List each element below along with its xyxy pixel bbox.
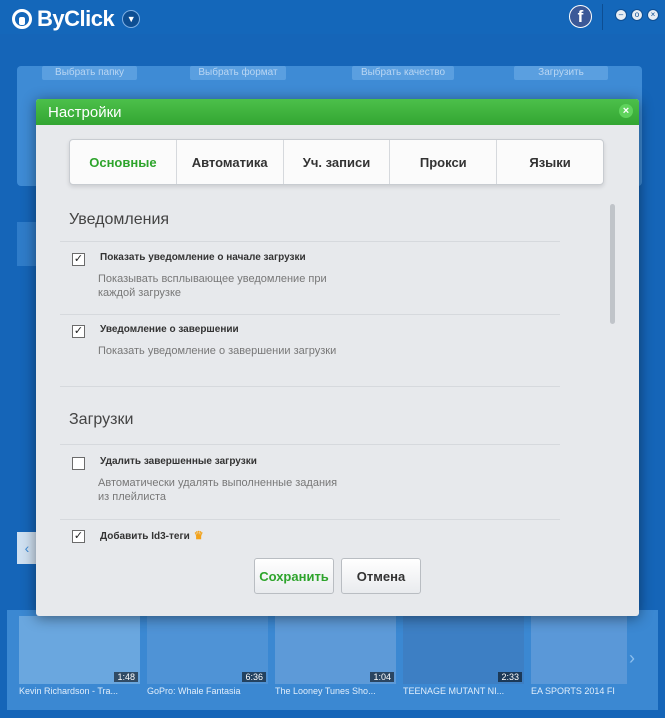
close-icon[interactable]: × <box>619 104 633 118</box>
tab-automation[interactable]: Автоматика <box>177 140 284 184</box>
option-label: Показать уведомление о начале загрузки <box>100 252 306 263</box>
save-button[interactable]: Сохранить <box>254 558 334 594</box>
option-label: Добавить Id3-теги ♛ <box>100 529 204 542</box>
tab-general[interactable]: Основные <box>70 140 177 184</box>
divider <box>60 519 560 520</box>
divider <box>60 386 560 387</box>
background-side-tab <box>17 222 37 266</box>
option-description: Автоматически удалять выполненные задани… <box>98 477 338 503</box>
checkbox-delete-completed[interactable] <box>72 457 85 470</box>
video-thumbnail[interactable]: 1:04 <box>275 616 396 684</box>
settings-content: Уведомления ✓ Показать уведомление о нач… <box>36 199 639 547</box>
dialog-header: Настройки × <box>36 99 639 125</box>
crown-icon: ♛ <box>193 530 204 542</box>
section-title-notifications: Уведомления <box>69 211 170 228</box>
video-title: TEENAGE MUTANT NI... <box>403 686 505 696</box>
video-title: Kevin Richardson - Tra... <box>19 686 119 696</box>
select-folder-button[interactable]: Выбрать папку <box>42 66 137 80</box>
cancel-button[interactable]: Отмена <box>341 558 421 594</box>
video-thumbnail[interactable]: 1:48 <box>19 616 140 684</box>
video-duration: 2:33 <box>498 672 522 682</box>
video-title: The Looney Tunes Sho... <box>275 686 376 696</box>
video-thumbnail[interactable]: 6:36 <box>147 616 268 684</box>
checkbox-notify-start[interactable]: ✓ <box>72 253 85 266</box>
settings-tabs: Основные Автоматика Уч. записи Прокси Яз… <box>69 139 604 185</box>
app-logo: ByClick ▼ <box>12 6 141 32</box>
dialog-title: Настройки <box>48 104 122 121</box>
settings-dialog: Настройки × Основные Автоматика Уч. запи… <box>36 99 639 616</box>
download-button[interactable]: Загрузить <box>514 66 608 80</box>
option-description: Показывать всплывающее уведомление при к… <box>98 273 327 299</box>
minimize-icon[interactable]: – <box>615 9 627 21</box>
option-label: Удалить завершенные загрузки <box>100 456 257 467</box>
video-title: EA SPORTS 2014 FI <box>531 686 615 696</box>
restore-icon[interactable]: o <box>631 9 643 21</box>
chevron-right-icon[interactable]: › <box>629 648 635 669</box>
option-label-text: Добавить Id3-теги <box>100 531 190 542</box>
tab-languages[interactable]: Языки <box>497 140 603 184</box>
divider <box>60 314 560 315</box>
scrollbar-thumb[interactable] <box>610 204 615 324</box>
video-duration: 1:04 <box>370 672 394 682</box>
tab-proxy[interactable]: Прокси <box>390 140 498 184</box>
video-thumbnail[interactable]: 2:33 <box>403 616 524 684</box>
tab-accounts[interactable]: Уч. записи <box>284 140 391 184</box>
section-title-downloads: Загрузки <box>69 411 134 428</box>
app-brand: ByClick <box>37 6 115 31</box>
title-bar: ByClick ▼ f – o × <box>0 0 665 34</box>
logo-icon <box>12 9 32 29</box>
chevron-left-icon[interactable]: ‹ <box>17 532 37 564</box>
close-icon[interactable]: × <box>647 9 659 21</box>
chevron-down-icon[interactable]: ▼ <box>122 10 141 28</box>
video-title: GoPro: Whale Fantasia <box>147 686 241 696</box>
select-format-button[interactable]: Выбрать формат <box>190 66 286 80</box>
divider <box>60 444 560 445</box>
option-description: Показать уведомление о завершении загруз… <box>98 345 337 357</box>
divider <box>60 241 560 242</box>
video-duration: 6:36 <box>242 672 266 682</box>
video-thumbnail[interactable] <box>531 616 627 684</box>
option-label: Уведомление о завершении <box>100 324 239 335</box>
facebook-icon[interactable]: f <box>569 5 592 28</box>
checkbox-notify-complete[interactable]: ✓ <box>72 325 85 338</box>
window-controls-divider <box>602 4 603 30</box>
select-quality-button[interactable]: Выбрать качество <box>352 66 454 80</box>
checkbox-id3-tags[interactable]: ✓ <box>72 530 85 543</box>
video-duration: 1:48 <box>114 672 138 682</box>
